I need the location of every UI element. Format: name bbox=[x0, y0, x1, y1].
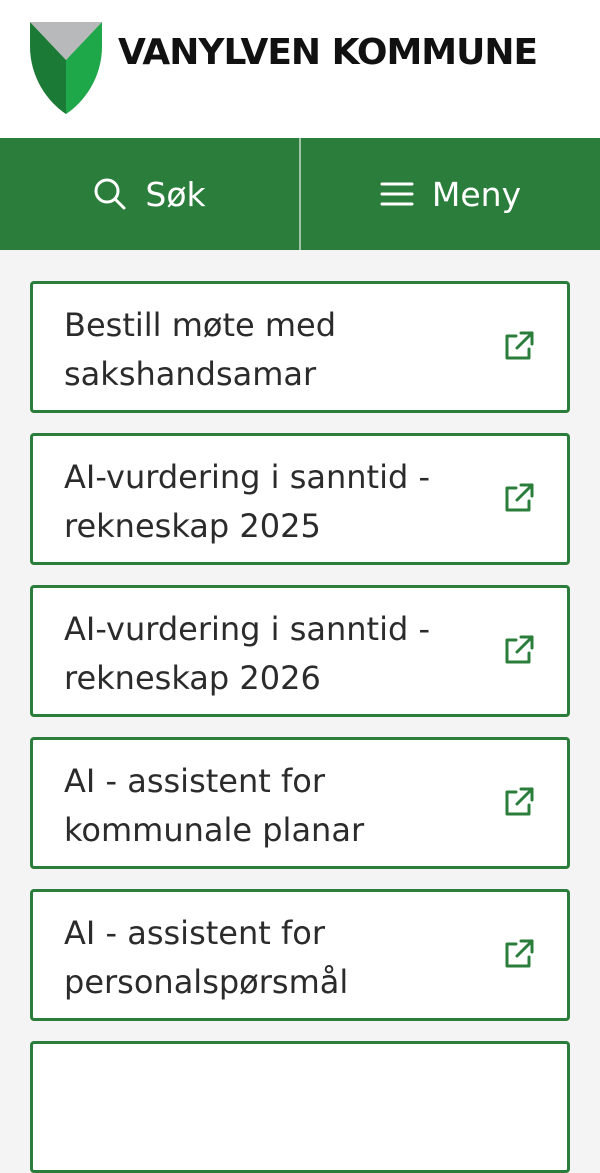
external-link-icon bbox=[505, 483, 534, 512]
link-card-ai-personnel-questions[interactable]: AI - assistent for personalspørsmål bbox=[30, 889, 570, 1021]
menu-button-label: Meny bbox=[431, 174, 522, 214]
external-link-icon bbox=[505, 939, 534, 968]
menu-button[interactable]: Meny bbox=[301, 138, 600, 250]
site-header: VANYLVEN KOMMUNE bbox=[0, 0, 600, 138]
link-card-label: AI-vurdering i sanntid - rekneskap 2026 bbox=[64, 610, 431, 697]
link-card-label: Bestill møte med sakshandsamar bbox=[64, 306, 337, 393]
link-card-book-meeting[interactable]: Bestill møte med sakshandsamar bbox=[30, 281, 570, 413]
hamburger-icon bbox=[380, 182, 414, 206]
external-link-icon bbox=[505, 635, 534, 664]
quick-links-list: Bestill møte med sakshandsamar AI-vurder… bbox=[0, 250, 600, 1173]
search-button[interactable]: Søk bbox=[0, 138, 299, 250]
link-card-partial[interactable] bbox=[30, 1041, 570, 1173]
link-card-ai-accounting-2025[interactable]: AI-vurdering i sanntid - rekneskap 2025 bbox=[30, 433, 570, 565]
external-link-icon bbox=[505, 331, 534, 360]
link-card-ai-accounting-2026[interactable]: AI-vurdering i sanntid - rekneskap 2026 bbox=[30, 585, 570, 717]
search-button-label: Søk bbox=[145, 174, 206, 214]
search-icon bbox=[94, 178, 126, 210]
link-card-label: AI-vurdering i sanntid - rekneskap 2025 bbox=[64, 458, 431, 545]
link-card-label: AI - assistent for kommunale planar bbox=[64, 762, 365, 849]
main-nav-bar: Søk Meny bbox=[0, 138, 600, 250]
municipality-logo[interactable] bbox=[28, 20, 104, 116]
link-card-ai-municipal-plans[interactable]: AI - assistent for kommunale planar bbox=[30, 737, 570, 869]
external-link-icon bbox=[505, 787, 534, 816]
site-brand-name[interactable]: VANYLVEN KOMMUNE bbox=[118, 30, 538, 76]
link-card-label: AI - assistent for personalspørsmål bbox=[64, 914, 349, 1001]
